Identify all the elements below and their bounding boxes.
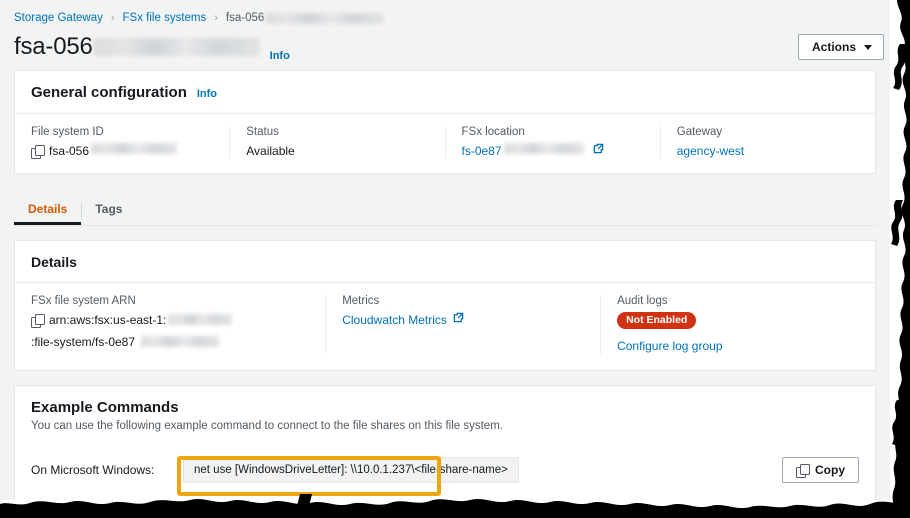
copy-button-label: Copy: [815, 463, 845, 477]
command-text-field[interactable]: net use [WindowsDriveLetter]: \\10.0.1.2…: [183, 457, 519, 483]
external-link-icon[interactable]: [453, 312, 464, 323]
external-link-icon[interactable]: [593, 143, 604, 154]
page-header: fsa-056 Info Actions: [0, 26, 890, 66]
attribute-fsx-file-system-arn: FSx file system ARN arn:aws:fsx:us-east-…: [15, 295, 325, 354]
redaction-block: [168, 314, 233, 325]
tab-bar: Details Tags: [14, 192, 876, 226]
attribute-label: Audit logs: [617, 295, 668, 307]
arn-prefix-text: arn:aws:fsx:us-east-1:: [49, 313, 167, 327]
attribute-value: fsa-056: [31, 143, 213, 159]
status-badge: Not Enabled: [617, 312, 697, 329]
file-system-id-text: fsa-056: [49, 144, 90, 158]
attribute-status: Status Available: [229, 126, 444, 159]
example-commands-title: Example Commands: [31, 399, 179, 416]
attribute-gateway: Gateway agency-west: [659, 126, 875, 159]
example-commands-subtitle: You can use the following example comman…: [31, 420, 503, 432]
attribute-label: File system ID: [31, 126, 104, 138]
attribute-label: Metrics: [342, 295, 380, 307]
copy-icon: [796, 463, 810, 478]
breadcrumb-item-current: fsa-056: [225, 12, 265, 24]
page-info-link[interactable]: Info: [270, 50, 290, 66]
copy-command-button[interactable]: Copy: [782, 457, 859, 483]
status-value: Available: [246, 144, 295, 158]
breadcrumb-separator-icon: ›: [110, 12, 115, 24]
actions-button-label: Actions: [811, 40, 856, 54]
attribute-value: agency-west: [677, 143, 859, 159]
example-command-row: On Microsoft Windows: net use [WindowsDr…: [15, 443, 875, 500]
example-commands-card: Example Commands You can use the followi…: [14, 385, 876, 500]
cloudwatch-metrics-link[interactable]: Cloudwatch Metrics: [342, 312, 447, 328]
redaction-block: [266, 12, 385, 24]
breadcrumb: Storage Gateway › FSx file systems › fsa…: [0, 0, 890, 26]
page-canvas: Storage Gateway › FSx file systems › fsa…: [0, 0, 890, 500]
details-header: Details: [15, 241, 875, 283]
breadcrumb-item-storage-gateway[interactable]: Storage Gateway: [14, 12, 103, 24]
redaction-block: [91, 143, 178, 154]
copy-icon[interactable]: [31, 145, 45, 159]
attribute-audit-logs: Audit logs Not Enabled Configure log gro…: [600, 295, 875, 354]
attribute-value: arn:aws:fsx:us-east-1: :file-system/fs-0…: [31, 312, 309, 350]
attribute-value: fs-0e87: [462, 143, 644, 159]
breadcrumb-item-fsx-file-systems[interactable]: FSx file systems: [123, 12, 207, 24]
breadcrumb-separator-icon: ›: [214, 12, 218, 24]
redaction-block: [503, 143, 584, 154]
general-configuration-header: General configuration Info: [15, 71, 875, 114]
general-configuration-title: General configuration: [31, 84, 187, 101]
general-configuration-card: General configuration Info File system I…: [14, 70, 876, 174]
arn-suffix-text: :file-system/fs-0e87: [31, 335, 136, 349]
example-commands-header: Example Commands You can use the followi…: [15, 386, 875, 443]
chevron-down-icon: [864, 44, 872, 50]
general-configuration-info-link[interactable]: Info: [197, 88, 217, 100]
tab-details[interactable]: Details: [14, 195, 81, 225]
page-title: fsa-056: [14, 33, 93, 60]
attribute-label: Status: [246, 126, 279, 138]
attribute-value: Available: [246, 143, 428, 159]
command-field-wrapper: net use [WindowsDriveLetter]: \\10.0.1.2…: [177, 456, 770, 496]
attribute-label: Gateway: [676, 126, 723, 138]
attribute-file-system-id: File system ID fsa-056: [15, 126, 229, 159]
attribute-metrics: Metrics Cloudwatch Metrics: [325, 295, 600, 354]
actions-button[interactable]: Actions: [797, 34, 884, 60]
command-row-label: On Microsoft Windows:: [31, 463, 155, 477]
general-configuration-attributes: File system ID fsa-056 Status Available …: [15, 114, 875, 173]
redaction-block: [141, 336, 220, 347]
attribute-value: Cloudwatch Metrics: [342, 312, 584, 328]
redaction-block: [93, 38, 260, 56]
configure-log-group-link[interactable]: Configure log group: [617, 338, 722, 354]
tab-tags[interactable]: Tags: [81, 195, 136, 225]
attribute-fsx-location: FSx location fs-0e87: [444, 126, 660, 159]
details-card: Details FSx file system ARN arn:aws:fsx:…: [14, 240, 876, 371]
gateway-link[interactable]: agency-west: [677, 143, 744, 159]
attribute-value: Not Enabled Configure log group: [617, 312, 859, 354]
details-attributes: FSx file system ARN arn:aws:fsx:us-east-…: [15, 283, 875, 370]
details-title: Details: [31, 254, 77, 270]
copy-icon[interactable]: [31, 314, 45, 328]
fsx-location-link[interactable]: fs-0e87: [462, 143, 502, 159]
attribute-label: FSx file system ARN: [31, 295, 136, 307]
attribute-label: FSx location: [461, 126, 525, 138]
